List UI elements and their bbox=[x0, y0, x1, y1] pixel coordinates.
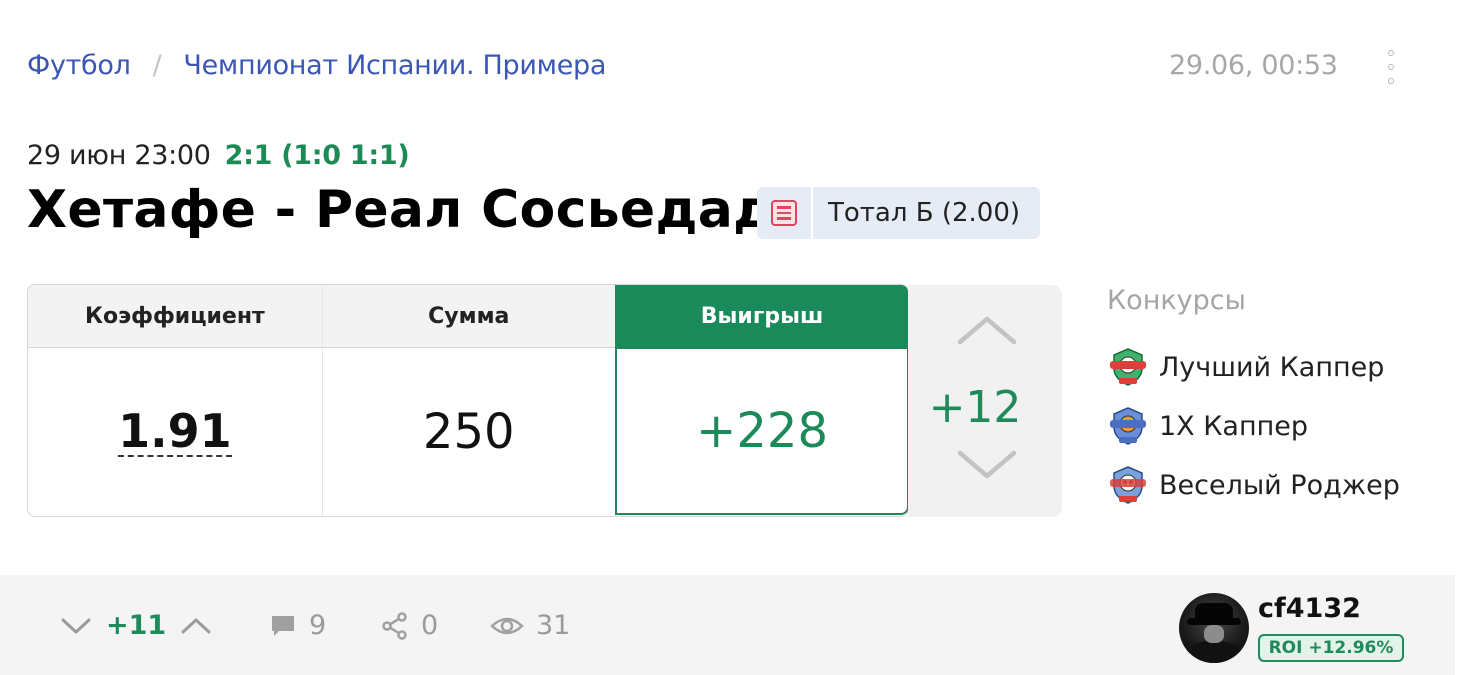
prediction-card: Футбол / Чемпионат Испании. Примера 29.0… bbox=[0, 0, 1455, 675]
share-button[interactable]: 0 bbox=[381, 610, 438, 641]
breadcrumb-separator: / bbox=[152, 50, 162, 81]
contest-label: Лучший Каппер bbox=[1159, 351, 1385, 383]
rating-down-chevron-icon[interactable] bbox=[60, 616, 92, 636]
username[interactable]: cf4132 bbox=[1258, 593, 1361, 624]
breadcrumb-league-link[interactable]: Чемпионат Испании. Примера bbox=[183, 50, 606, 81]
contests-title: Конкурсы bbox=[1107, 285, 1246, 316]
match-score: 2:1 (1:0 1:1) bbox=[224, 140, 410, 171]
bet-table: Коэффициент 1.91 Сумма 250 Выигрыш +228 bbox=[27, 284, 909, 517]
eye-icon bbox=[490, 617, 524, 634]
more-options-icon[interactable] bbox=[1381, 50, 1401, 84]
contest-item-jolly-roger[interactable]: Веселый Роджер bbox=[1107, 464, 1400, 506]
contest-label: 1X Каппер bbox=[1159, 410, 1309, 442]
sum-value: 250 bbox=[422, 404, 515, 460]
rating-up-chevron-icon[interactable] bbox=[180, 616, 212, 636]
vote-box: +12 bbox=[908, 285, 1062, 517]
win-header: Выигрыш bbox=[616, 285, 908, 349]
sum-column: Сумма 250 bbox=[322, 285, 615, 516]
contest-item-1x-capper[interactable]: 1X Каппер bbox=[1107, 405, 1308, 447]
contest-label: Веселый Роджер bbox=[1159, 469, 1400, 501]
user-avatar[interactable] bbox=[1179, 593, 1249, 663]
comment-icon bbox=[272, 615, 294, 636]
match-meta: 29 июн 23:00 2:1 (1:0 1:1) bbox=[27, 140, 410, 171]
1x-capper-badge-icon bbox=[1110, 407, 1146, 445]
share-icon bbox=[382, 611, 407, 640]
breadcrumb-sport-link[interactable]: Футбол bbox=[27, 50, 131, 81]
views-count: 31 bbox=[536, 610, 571, 641]
shares-count: 0 bbox=[421, 610, 439, 641]
best-capper-badge-icon bbox=[1110, 348, 1146, 386]
bet-type-tag: Тотал Б (2.00) bbox=[757, 187, 1040, 239]
contest-item-best-capper[interactable]: Лучший Каппер bbox=[1107, 346, 1384, 388]
views-counter: 31 bbox=[490, 610, 570, 641]
jolly-roger-badge-icon bbox=[1110, 466, 1146, 504]
comments-button[interactable]: 9 bbox=[269, 610, 326, 641]
post-timestamp: 29.06, 00:53 bbox=[1169, 50, 1338, 81]
vote-up-chevron-icon[interactable] bbox=[957, 315, 1017, 345]
coef-header: Коэффициент bbox=[28, 285, 322, 348]
bet-type-label: Тотал Б (2.00) bbox=[828, 198, 1021, 228]
coef-column: Коэффициент 1.91 bbox=[28, 285, 323, 516]
match-title[interactable]: Хетафе - Реал Сосьедад bbox=[27, 180, 775, 240]
roi-badge: ROI +12.96% bbox=[1258, 634, 1404, 662]
document-icon bbox=[771, 200, 797, 226]
win-value: +228 bbox=[696, 402, 828, 459]
comments-count: 9 bbox=[309, 610, 327, 641]
rating-control: +11 bbox=[60, 610, 212, 641]
coef-value[interactable]: 1.91 bbox=[118, 407, 232, 458]
win-column: Выигрыш +228 bbox=[614, 285, 908, 515]
rating-value: +11 bbox=[106, 610, 167, 641]
sum-header: Сумма bbox=[322, 285, 615, 348]
vote-count: +12 bbox=[928, 382, 1022, 433]
breadcrumb: Футбол / Чемпионат Испании. Примера bbox=[27, 50, 606, 81]
bet-tag-icon-box bbox=[757, 187, 813, 239]
vote-down-chevron-icon[interactable] bbox=[957, 450, 1017, 480]
post-footer: +11 9 0 31 cf4132 ROI +12.96% bbox=[0, 575, 1455, 675]
match-datetime: 29 июн 23:00 bbox=[27, 140, 211, 171]
